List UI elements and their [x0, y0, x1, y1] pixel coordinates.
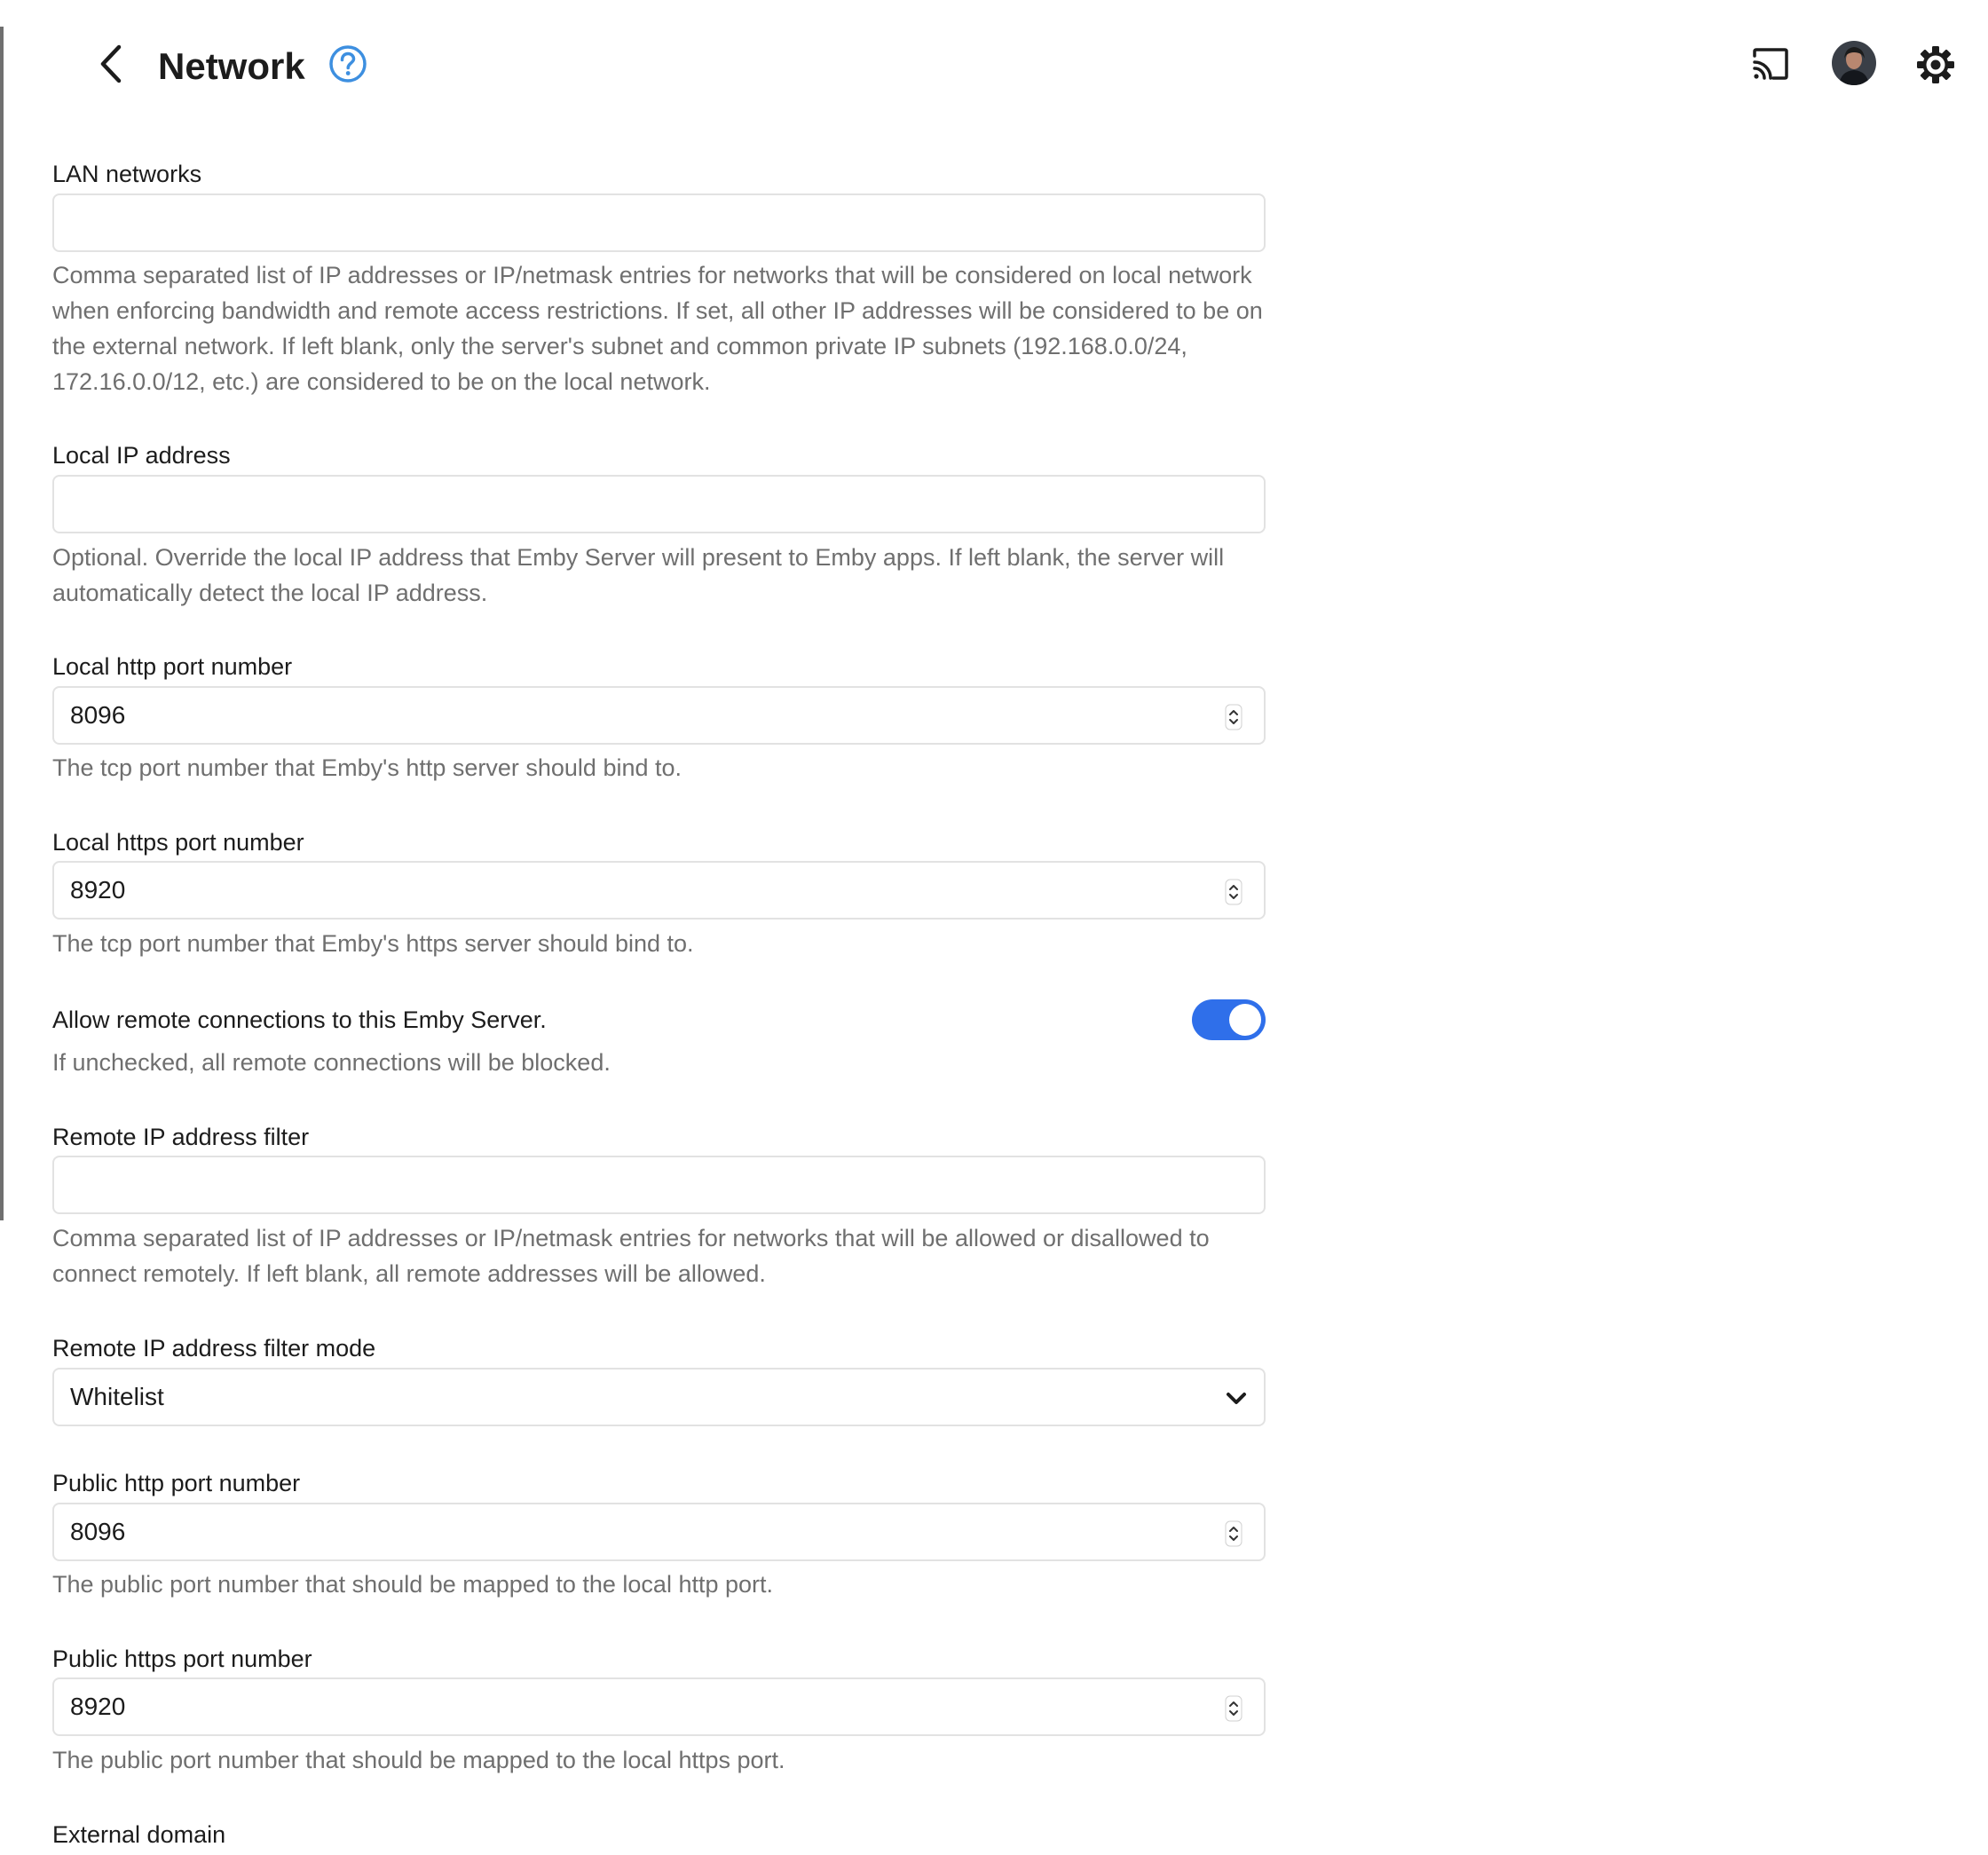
- local-http-port-help: The tcp port number that Emby's http ser…: [52, 754, 682, 781]
- public-http-port-label: Public http port number: [52, 1470, 301, 1496]
- allow-remote-label: Allow remote connections to this Emby Se…: [52, 1006, 547, 1033]
- back-button[interactable]: [89, 37, 133, 91]
- number-stepper-icon[interactable]: [1225, 704, 1242, 730]
- local-ip-help: Optional. Override the local IP address …: [52, 544, 1225, 606]
- local-http-port-value: 8096: [70, 701, 126, 729]
- public-http-port-value: 8096: [70, 1518, 126, 1545]
- remote-ip-filter-mode-label: Remote IP address filter mode: [52, 1335, 376, 1362]
- remote-ip-filter-mode-select[interactable]: Whitelist: [52, 1368, 1266, 1426]
- local-http-port-label: Local http port number: [52, 653, 293, 680]
- local-https-port-input[interactable]: 8920: [52, 861, 1266, 920]
- number-stepper-icon[interactable]: [1225, 879, 1242, 905]
- remote-ip-filter-input[interactable]: [52, 1156, 1266, 1214]
- allow-remote-help: If unchecked, all remote connections wil…: [52, 1049, 611, 1076]
- page-header: Network: [0, 0, 1988, 133]
- local-ip-input[interactable]: [52, 475, 1266, 533]
- chevron-down-icon: [1227, 1393, 1246, 1404]
- number-stepper-icon[interactable]: [1225, 1520, 1242, 1547]
- local-https-port-value: 8920: [70, 876, 126, 904]
- public-https-port-value: 8920: [70, 1693, 126, 1720]
- local-ip-label: Local IP address: [52, 442, 231, 469]
- window-edge-divider: [0, 27, 4, 1220]
- page-title: Network: [158, 45, 305, 87]
- number-stepper-icon[interactable]: [1225, 1695, 1242, 1722]
- public-https-port-label: Public https port number: [52, 1646, 312, 1672]
- toggle-knob: [1229, 1004, 1261, 1036]
- local-https-port-help: The tcp port number that Emby's https se…: [52, 930, 694, 957]
- public-http-port-help: The public port number that should be ma…: [52, 1571, 774, 1598]
- avatar-image: [1832, 41, 1876, 85]
- public-https-port-input[interactable]: 8920: [52, 1677, 1266, 1736]
- remote-ip-filter-help: Comma separated list of IP addresses or …: [52, 1225, 1210, 1287]
- allow-remote-toggle[interactable]: [1192, 999, 1266, 1040]
- remote-ip-filter-mode-value: Whitelist: [70, 1383, 164, 1410]
- gear-icon[interactable]: [1915, 44, 1956, 85]
- local-https-port-label: Local https port number: [52, 829, 304, 856]
- user-avatar[interactable]: [1832, 41, 1876, 85]
- lan-networks-help: Comma separated list of IP addresses or …: [52, 262, 1263, 395]
- remote-ip-filter-label: Remote IP address filter: [52, 1124, 310, 1150]
- help-circle-icon[interactable]: [328, 44, 367, 83]
- cast-icon[interactable]: [1750, 46, 1791, 82]
- public-https-port-help: The public port number that should be ma…: [52, 1747, 785, 1773]
- lan-networks-label: LAN networks: [52, 161, 202, 187]
- lan-networks-input[interactable]: [52, 193, 1266, 252]
- chevron-left-icon: [100, 44, 122, 83]
- public-http-port-input[interactable]: 8096: [52, 1503, 1266, 1561]
- local-http-port-input[interactable]: 8096: [52, 686, 1266, 745]
- external-domain-label: External domain: [52, 1821, 226, 1848]
